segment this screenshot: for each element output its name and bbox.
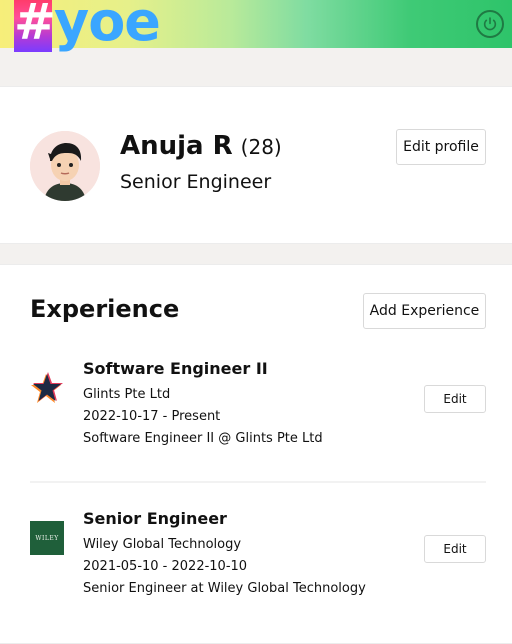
experience-dates: 2021-05-10 - 2022-10-10 (83, 559, 248, 574)
logo-hash: # (14, 0, 56, 51)
experience-role: Senior Engineer (83, 509, 227, 528)
experience-description: Software Engineer II @ Glints Pte Ltd (83, 431, 323, 446)
experience-dates: 2022-10-17 - Present (83, 409, 221, 424)
profile-age: (28) (240, 135, 282, 159)
logo-text: yoe (54, 0, 161, 53)
company-logo (30, 371, 64, 405)
profile-name: Anuja R (120, 131, 233, 161)
power-button[interactable] (476, 10, 504, 38)
experience-company: Wiley Global Technology (83, 537, 242, 552)
profile-title: Senior Engineer (120, 171, 272, 193)
wiley-logo-text: WILEY (35, 534, 59, 542)
experience-item: Software Engineer II Glints Pte Ltd 2022… (0, 359, 512, 479)
glints-star-logo-icon (31, 372, 63, 403)
divider (30, 481, 486, 483)
wiley-logo-icon: WILEY (30, 521, 64, 555)
edit-experience-button[interactable]: Edit (424, 535, 486, 563)
power-icon (483, 17, 497, 31)
experience-card: Experience Add Experience Software Engin… (0, 264, 512, 644)
experience-title: Experience (30, 295, 180, 323)
avatar (30, 131, 100, 201)
avatar-icon (30, 131, 100, 201)
app-header: # yoe (0, 0, 512, 52)
profile-name-row: Anuja R (28) (120, 131, 282, 161)
experience-role: Software Engineer II (83, 359, 268, 378)
profile-card: Anuja R (28) Senior Engineer Edit profil… (0, 86, 512, 244)
experience-company: Glints Pte Ltd (83, 387, 171, 402)
add-experience-button[interactable]: Add Experience (363, 293, 486, 329)
edit-experience-button[interactable]: Edit (424, 385, 486, 413)
edit-profile-button[interactable]: Edit profile (396, 129, 486, 165)
experience-item: WILEY Senior Engineer Wiley Global Techn… (0, 509, 512, 629)
experience-description: Senior Engineer at Wiley Global Technolo… (83, 581, 366, 596)
